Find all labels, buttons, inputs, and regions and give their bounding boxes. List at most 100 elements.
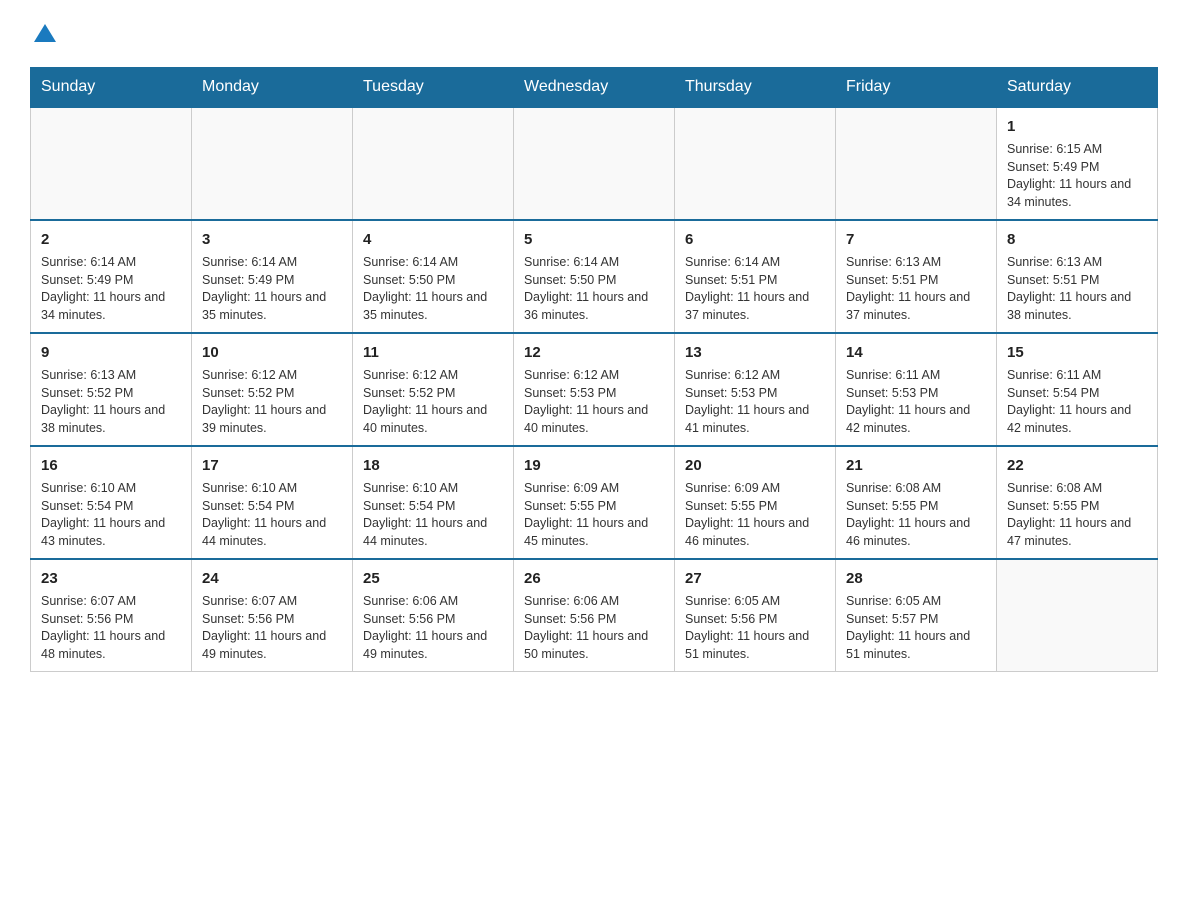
- day-info: Sunrise: 6:12 AM Sunset: 5:53 PM Dayligh…: [524, 367, 664, 437]
- day-info: Sunrise: 6:14 AM Sunset: 5:49 PM Dayligh…: [202, 254, 342, 324]
- calendar-cell: [836, 107, 997, 220]
- calendar-cell: 15 Sunrise: 6:11 AM Sunset: 5:54 PM Dayli…: [997, 333, 1158, 446]
- day-number: 19: [524, 455, 664, 476]
- day-number: 16: [41, 455, 181, 476]
- calendar-week-row: 2 Sunrise: 6:14 AM Sunset: 5:49 PM Daylig…: [31, 220, 1158, 333]
- day-info: Sunrise: 6:09 AM Sunset: 5:55 PM Dayligh…: [524, 480, 664, 550]
- calendar-cell: 7 Sunrise: 6:13 AM Sunset: 5:51 PM Daylig…: [836, 220, 997, 333]
- calendar-cell: 27Sunrise: 6:05 AM Sunset: 5:56 PM Dayli…: [675, 559, 836, 672]
- calendar-cell: 24 Sunrise: 6:07 AM Sunset: 5:56 PM Dayli…: [192, 559, 353, 672]
- calendar-cell: 18 Sunrise: 6:10 AM Sunset: 5:54 PM Dayli…: [353, 446, 514, 559]
- day-info: Sunrise: 6:14 AM Sunset: 5:51 PM Dayligh…: [685, 254, 825, 324]
- day-info: Sunrise: 6:12 AM Sunset: 5:52 PM Dayligh…: [202, 367, 342, 437]
- calendar-cell: 8 Sunrise: 6:13 AM Sunset: 5:51 PM Daylig…: [997, 220, 1158, 333]
- calendar-cell: 9 Sunrise: 6:13 AM Sunset: 5:52 PM Daylig…: [31, 333, 192, 446]
- calendar-cell: 6 Sunrise: 6:14 AM Sunset: 5:51 PM Daylig…: [675, 220, 836, 333]
- day-info: Sunrise: 6:14 AM Sunset: 5:49 PM Dayligh…: [41, 254, 181, 324]
- column-header-tuesday: Tuesday: [353, 68, 514, 108]
- calendar-cell: 23 Sunrise: 6:07 AM Sunset: 5:56 PM Dayli…: [31, 559, 192, 672]
- calendar-week-row: 1 Sunrise: 6:15 AM Sunset: 5:49 PM Daylig…: [31, 107, 1158, 220]
- day-info: Sunrise: 6:12 AM Sunset: 5:53 PM Dayligh…: [685, 367, 825, 437]
- day-number: 7: [846, 229, 986, 250]
- day-number: 1: [1007, 116, 1147, 137]
- day-info: Sunrise: 6:08 AM Sunset: 5:55 PM Dayligh…: [846, 480, 986, 550]
- day-number: 8: [1007, 229, 1147, 250]
- calendar-week-row: 9 Sunrise: 6:13 AM Sunset: 5:52 PM Daylig…: [31, 333, 1158, 446]
- calendar-cell: 4 Sunrise: 6:14 AM Sunset: 5:50 PM Daylig…: [353, 220, 514, 333]
- calendar-cell: 19 Sunrise: 6:09 AM Sunset: 5:55 PM Dayli…: [514, 446, 675, 559]
- day-info: Sunrise: 6:15 AM Sunset: 5:49 PM Dayligh…: [1007, 141, 1147, 211]
- day-number: 11: [363, 342, 503, 363]
- day-number: 6: [685, 229, 825, 250]
- day-info: Sunrise: 6:11 AM Sunset: 5:53 PM Dayligh…: [846, 367, 986, 437]
- calendar-cell: 5Sunrise: 6:14 AM Sunset: 5:50 PM Daylig…: [514, 220, 675, 333]
- day-info: Sunrise: 6:13 AM Sunset: 5:51 PM Dayligh…: [1007, 254, 1147, 324]
- day-number: 14: [846, 342, 986, 363]
- day-number: 15: [1007, 342, 1147, 363]
- calendar-cell: 13 Sunrise: 6:12 AM Sunset: 5:53 PM Dayli…: [675, 333, 836, 446]
- calendar-week-row: 23 Sunrise: 6:07 AM Sunset: 5:56 PM Dayli…: [31, 559, 1158, 672]
- day-number: 26: [524, 568, 664, 589]
- logo-triangle-icon: [34, 24, 56, 42]
- day-info: Sunrise: 6:13 AM Sunset: 5:51 PM Dayligh…: [846, 254, 986, 324]
- calendar-cell: 11 Sunrise: 6:12 AM Sunset: 5:52 PM Dayli…: [353, 333, 514, 446]
- logo: [30, 20, 56, 47]
- day-number: 22: [1007, 455, 1147, 476]
- day-info: Sunrise: 6:09 AM Sunset: 5:55 PM Dayligh…: [685, 480, 825, 550]
- day-number: 23: [41, 568, 181, 589]
- calendar-cell: 3 Sunrise: 6:14 AM Sunset: 5:49 PM Daylig…: [192, 220, 353, 333]
- day-number: 5: [524, 229, 664, 250]
- calendar-cell: 28 Sunrise: 6:05 AM Sunset: 5:57 PM Dayli…: [836, 559, 997, 672]
- column-header-wednesday: Wednesday: [514, 68, 675, 108]
- calendar-cell: 16 Sunrise: 6:10 AM Sunset: 5:54 PM Dayli…: [31, 446, 192, 559]
- calendar-cell: 10 Sunrise: 6:12 AM Sunset: 5:52 PM Dayli…: [192, 333, 353, 446]
- calendar-cell: [192, 107, 353, 220]
- calendar-cell: [675, 107, 836, 220]
- calendar-week-row: 16 Sunrise: 6:10 AM Sunset: 5:54 PM Dayli…: [31, 446, 1158, 559]
- calendar-cell: 12 Sunrise: 6:12 AM Sunset: 5:53 PM Dayli…: [514, 333, 675, 446]
- calendar-cell: [514, 107, 675, 220]
- day-number: 17: [202, 455, 342, 476]
- day-info: Sunrise: 6:10 AM Sunset: 5:54 PM Dayligh…: [41, 480, 181, 550]
- column-header-monday: Monday: [192, 68, 353, 108]
- day-number: 3: [202, 229, 342, 250]
- calendar-cell: [353, 107, 514, 220]
- calendar-cell: 20 Sunrise: 6:09 AM Sunset: 5:55 PM Dayli…: [675, 446, 836, 559]
- day-number: 24: [202, 568, 342, 589]
- day-info: Sunrise: 6:10 AM Sunset: 5:54 PM Dayligh…: [363, 480, 503, 550]
- day-number: 9: [41, 342, 181, 363]
- day-number: 20: [685, 455, 825, 476]
- calendar-cell: 25Sunrise: 6:06 AM Sunset: 5:56 PM Dayli…: [353, 559, 514, 672]
- calendar-cell: [31, 107, 192, 220]
- day-number: 21: [846, 455, 986, 476]
- day-info: Sunrise: 6:08 AM Sunset: 5:55 PM Dayligh…: [1007, 480, 1147, 550]
- day-info: Sunrise: 6:07 AM Sunset: 5:56 PM Dayligh…: [202, 593, 342, 663]
- day-info: Sunrise: 6:12 AM Sunset: 5:52 PM Dayligh…: [363, 367, 503, 437]
- page-header: [30, 20, 1158, 47]
- day-info: Sunrise: 6:10 AM Sunset: 5:54 PM Dayligh…: [202, 480, 342, 550]
- day-info: Sunrise: 6:14 AM Sunset: 5:50 PM Dayligh…: [363, 254, 503, 324]
- day-number: 4: [363, 229, 503, 250]
- column-header-thursday: Thursday: [675, 68, 836, 108]
- calendar-cell: 26 Sunrise: 6:06 AM Sunset: 5:56 PM Dayli…: [514, 559, 675, 672]
- column-header-friday: Friday: [836, 68, 997, 108]
- day-info: Sunrise: 6:07 AM Sunset: 5:56 PM Dayligh…: [41, 593, 181, 663]
- calendar-cell: 22 Sunrise: 6:08 AM Sunset: 5:55 PM Dayli…: [997, 446, 1158, 559]
- day-info: Sunrise: 6:13 AM Sunset: 5:52 PM Dayligh…: [41, 367, 181, 437]
- day-number: 2: [41, 229, 181, 250]
- column-header-sunday: Sunday: [31, 68, 192, 108]
- day-info: Sunrise: 6:05 AM Sunset: 5:57 PM Dayligh…: [846, 593, 986, 663]
- day-number: 10: [202, 342, 342, 363]
- day-info: Sunrise: 6:11 AM Sunset: 5:54 PM Dayligh…: [1007, 367, 1147, 437]
- day-number: 28: [846, 568, 986, 589]
- day-number: 25: [363, 568, 503, 589]
- day-number: 13: [685, 342, 825, 363]
- day-number: 12: [524, 342, 664, 363]
- calendar-cell: 14 Sunrise: 6:11 AM Sunset: 5:53 PM Dayli…: [836, 333, 997, 446]
- day-info: Sunrise: 6:06 AM Sunset: 5:56 PM Dayligh…: [524, 593, 664, 663]
- calendar-cell: 17 Sunrise: 6:10 AM Sunset: 5:54 PM Dayli…: [192, 446, 353, 559]
- day-number: 18: [363, 455, 503, 476]
- calendar-cell: 1 Sunrise: 6:15 AM Sunset: 5:49 PM Daylig…: [997, 107, 1158, 220]
- calendar-header-row: SundayMondayTuesdayWednesdayThursdayFrid…: [31, 68, 1158, 108]
- calendar-cell: [997, 559, 1158, 672]
